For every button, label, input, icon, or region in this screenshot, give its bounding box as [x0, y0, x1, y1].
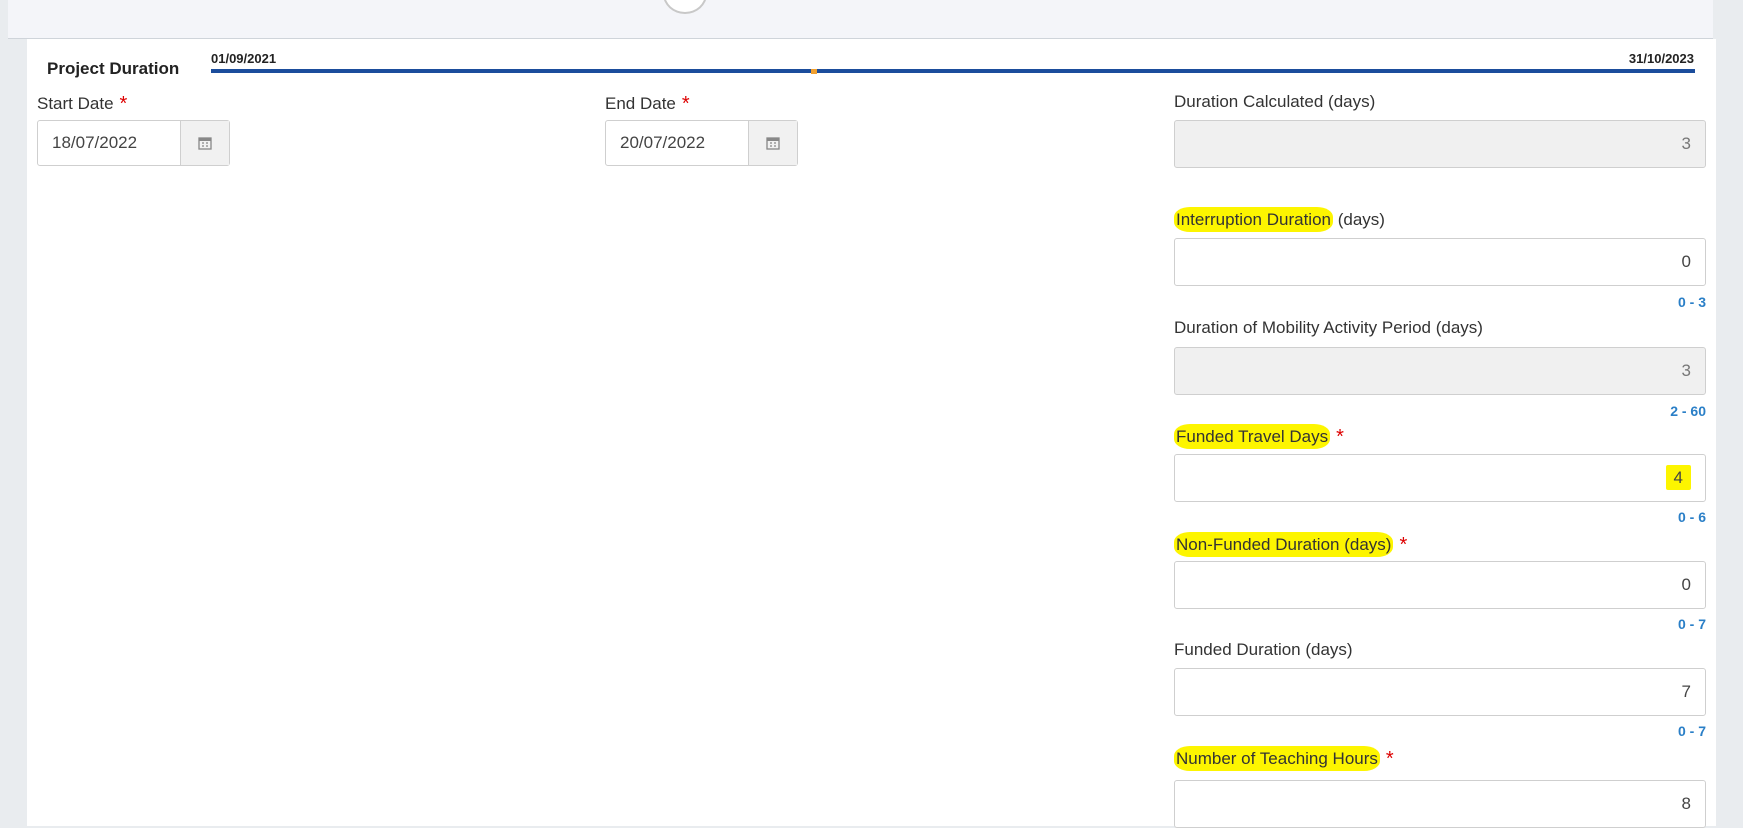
required-marker: * — [1336, 426, 1344, 448]
end-date-label: End Date * — [605, 92, 690, 115]
teaching-hours-input[interactable]: 8 — [1174, 780, 1706, 828]
required-marker: * — [1399, 534, 1408, 556]
funded-travel-days-value: 4 — [1665, 465, 1691, 490]
project-duration-label: Project Duration — [47, 59, 180, 78]
mobility-period-range: 2 - 60 — [1670, 403, 1706, 419]
teaching-hours-label: Number of Teaching Hours * — [1174, 746, 1394, 771]
funded-duration-label: Funded Duration (days) — [1174, 640, 1353, 659]
end-date-label-text: End Date — [605, 94, 676, 113]
non-funded-duration-input[interactable]: 0 — [1174, 561, 1706, 609]
mobility-period-label: Duration of Mobility Activity Period (da… — [1174, 318, 1483, 337]
interruption-duration-input[interactable]: 0 — [1174, 238, 1706, 286]
required-marker: * — [1385, 748, 1394, 770]
duration-panel: Project Duration 01/09/2021 31/10/2023 S… — [27, 39, 1716, 828]
interruption-duration-label-highlight: Interruption Duration — [1174, 207, 1333, 232]
required-marker: * — [119, 93, 128, 115]
non-funded-duration-range: 0 - 7 — [1677, 616, 1706, 632]
funded-travel-days-label-text: Funded Travel Days — [1174, 424, 1331, 449]
collapse-handle[interactable] — [663, 0, 707, 14]
required-marker: * — [681, 93, 690, 115]
non-funded-duration-label-text: Non-Funded Duration (days) — [1174, 532, 1394, 557]
end-date-input[interactable]: 20/07/2022 — [606, 121, 748, 165]
interruption-duration-label: Interruption Duration (days) — [1174, 207, 1385, 232]
timeline-current-marker — [811, 69, 817, 74]
mobility-period-input: 3 — [1174, 347, 1706, 395]
calendar-icon[interactable] — [180, 121, 229, 165]
funded-duration-input[interactable]: 7 — [1174, 668, 1706, 716]
timeline-start-date: 01/09/2021 — [211, 51, 277, 66]
interruption-duration-label-unit: (days) — [1332, 210, 1385, 229]
funded-travel-days-label: Funded Travel Days * — [1174, 424, 1344, 449]
top-toolbar — [8, 0, 1713, 39]
end-date-picker[interactable]: 20/07/2022 — [605, 120, 798, 166]
duration-calculated-input: 3 — [1174, 120, 1706, 168]
non-funded-duration-label: Non-Funded Duration (days) * — [1174, 532, 1408, 557]
start-date-label-text: Start Date — [37, 94, 114, 113]
calendar-icon[interactable] — [748, 121, 797, 165]
funded-travel-days-input[interactable]: 4 — [1174, 454, 1706, 502]
funded-duration-range: 0 - 7 — [1677, 723, 1706, 739]
timeline-end-date: 31/10/2023 — [1628, 51, 1694, 66]
start-date-input[interactable]: 18/07/2022 — [38, 121, 180, 165]
project-timeline-bar — [211, 69, 1695, 73]
funded-travel-days-range: 0 - 6 — [1677, 509, 1706, 525]
interruption-duration-range: 0 - 3 — [1677, 294, 1706, 310]
start-date-label: Start Date * — [37, 92, 127, 115]
start-date-picker[interactable]: 18/07/2022 — [37, 120, 230, 166]
duration-calculated-label: Duration Calculated (days) — [1174, 92, 1376, 111]
teaching-hours-label-text: Number of Teaching Hours — [1174, 746, 1380, 771]
